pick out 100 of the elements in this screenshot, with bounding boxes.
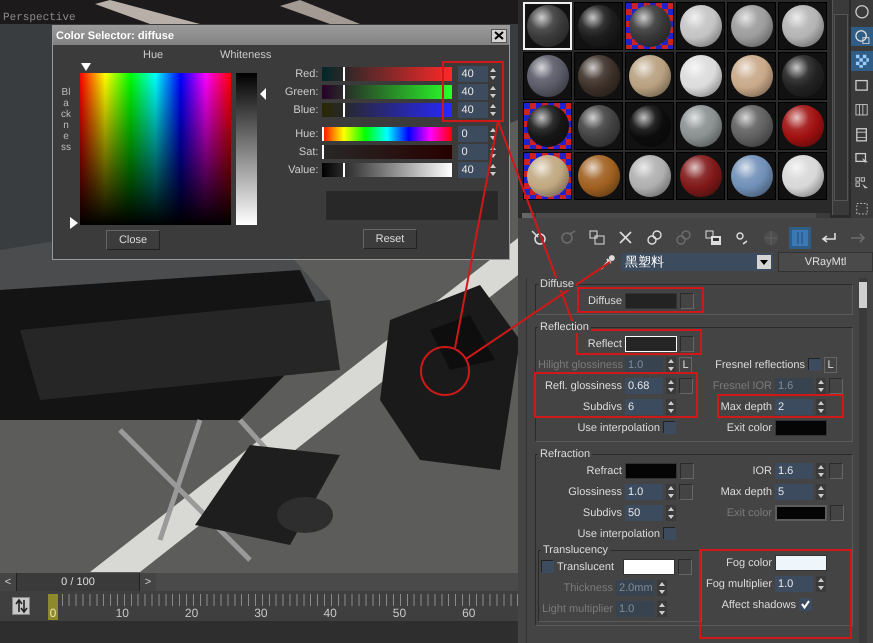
window-title: Color Selector: diffuse xyxy=(56,30,174,42)
checkbox[interactable] xyxy=(808,358,821,371)
close-button[interactable]: Close xyxy=(106,230,160,250)
number-field[interactable]: 1.0 xyxy=(625,484,663,500)
material-name-field[interactable]: 黑塑料 xyxy=(620,253,774,271)
slider-thumb[interactable] xyxy=(342,163,345,177)
spinner-arrows[interactable] xyxy=(488,66,498,82)
map-button[interactable] xyxy=(678,558,692,574)
slider-track[interactable] xyxy=(322,145,452,159)
number-field[interactable]: 0.68 xyxy=(625,378,663,394)
slider-thumb[interactable] xyxy=(322,127,324,141)
color-swatch[interactable] xyxy=(623,558,676,574)
field-label: Red: xyxy=(294,68,318,80)
tick-label: 40 xyxy=(322,606,338,620)
reset-button[interactable]: Reset xyxy=(363,229,417,249)
field-label: Max depth xyxy=(720,400,772,412)
close-button[interactable] xyxy=(491,28,507,42)
scrollbar[interactable] xyxy=(832,0,849,215)
material-type-button[interactable]: VRayMtl xyxy=(778,252,873,272)
tick-label: 50 xyxy=(392,606,408,620)
pointer-icon[interactable] xyxy=(81,63,91,71)
spinner-arrows[interactable] xyxy=(816,398,826,414)
pointer-icon[interactable] xyxy=(260,88,266,100)
number-field[interactable]: 5 xyxy=(775,484,813,500)
spinner-arrows[interactable] xyxy=(816,484,826,500)
lock-button[interactable]: L xyxy=(824,356,837,372)
map-button[interactable] xyxy=(680,336,694,352)
slider-track[interactable] xyxy=(322,163,452,177)
color-swatch[interactable] xyxy=(625,292,677,308)
field-label: Refl. glossiness xyxy=(544,380,622,392)
tick-label: 60 xyxy=(461,606,476,620)
color-swatch[interactable] xyxy=(625,462,677,478)
field-label: Translucent xyxy=(557,560,614,572)
map-button[interactable] xyxy=(680,292,694,308)
field-label: Subdivs xyxy=(582,506,622,518)
field-label: Exit color xyxy=(726,422,772,434)
number-field[interactable]: 50 xyxy=(625,504,663,520)
spinner-arrows[interactable] xyxy=(488,84,498,100)
field-label: Max depth xyxy=(720,486,772,498)
color-swatch[interactable] xyxy=(775,554,827,570)
spinner-arrows[interactable] xyxy=(816,378,826,394)
slider-track[interactable] xyxy=(322,103,452,117)
time-ruler[interactable]: 0 10 20 30 40 50 60 xyxy=(48,591,518,621)
color-swatch[interactable] xyxy=(775,420,827,436)
scrollbar[interactable] xyxy=(522,213,830,218)
spinner-arrows[interactable] xyxy=(666,398,676,414)
group-title: Diffuse xyxy=(538,278,576,290)
time-slider-thumb[interactable]: < 0 / 100 > xyxy=(0,573,156,591)
arrows-icon xyxy=(14,598,28,614)
number-field[interactable]: 40 xyxy=(458,84,488,100)
checker-icon[interactable] xyxy=(851,51,873,71)
number-field[interactable]: 1.0 xyxy=(775,576,813,592)
map-button[interactable] xyxy=(680,462,694,478)
key-mode-button[interactable] xyxy=(12,597,30,615)
slider-thumb[interactable] xyxy=(342,85,345,99)
spinner-arrows[interactable] xyxy=(488,102,498,118)
field-label: Blue: xyxy=(292,104,318,116)
number-field[interactable]: 0 xyxy=(458,144,488,160)
field-label: Diffuse xyxy=(586,294,622,306)
number-field[interactable]: 40 xyxy=(458,162,488,178)
previous-frame-button[interactable]: < xyxy=(0,573,16,591)
number-field[interactable]: 0 xyxy=(458,126,488,142)
field-label: Affect shadows xyxy=(720,598,796,610)
number-field[interactable]: 1.6 xyxy=(775,462,813,478)
pointer-icon[interactable] xyxy=(70,217,78,229)
spinner-arrows[interactable] xyxy=(666,504,676,520)
number-field[interactable]: 40 xyxy=(458,102,488,118)
checkbox[interactable] xyxy=(663,527,676,540)
field-label: Fresnel reflections xyxy=(714,358,805,370)
checkbox[interactable] xyxy=(663,421,676,434)
close-icon xyxy=(494,31,504,40)
backlight-icon[interactable] xyxy=(851,26,873,46)
spinner-arrows[interactable] xyxy=(666,356,676,372)
spinner-arrows[interactable] xyxy=(657,600,667,616)
tick-label: 10 xyxy=(114,606,130,620)
number-field[interactable]: 40 xyxy=(458,66,488,82)
group-title: Reflection xyxy=(538,321,591,333)
spinner-arrows[interactable] xyxy=(666,378,676,394)
spinner-arrows[interactable] xyxy=(816,462,826,478)
number-field[interactable]: 6 xyxy=(625,398,663,414)
slider-thumb[interactable] xyxy=(342,103,345,117)
field-label: Refract xyxy=(586,464,622,476)
spinner-arrows[interactable] xyxy=(657,580,667,596)
slider-thumb[interactable] xyxy=(322,145,324,159)
slider-track[interactable] xyxy=(322,127,452,141)
slider-track[interactable] xyxy=(322,67,452,81)
scrollbar[interactable] xyxy=(859,278,867,643)
slider-track[interactable] xyxy=(322,85,452,99)
spinner-arrows[interactable] xyxy=(816,576,826,592)
field-label: Subdivs xyxy=(582,400,622,412)
number-field[interactable]: 2 xyxy=(775,398,813,414)
field-label: Use interpolation xyxy=(576,422,660,434)
next-frame-button[interactable]: > xyxy=(140,573,156,591)
spinner-arrows[interactable] xyxy=(666,484,676,500)
highlight-frame xyxy=(442,61,504,122)
axis-label: Blackness xyxy=(61,87,71,153)
checkbox[interactable] xyxy=(541,560,554,573)
checkbox[interactable] xyxy=(799,598,812,611)
viewport-label[interactable]: Perspective xyxy=(3,12,76,24)
slider-thumb[interactable] xyxy=(342,67,345,81)
